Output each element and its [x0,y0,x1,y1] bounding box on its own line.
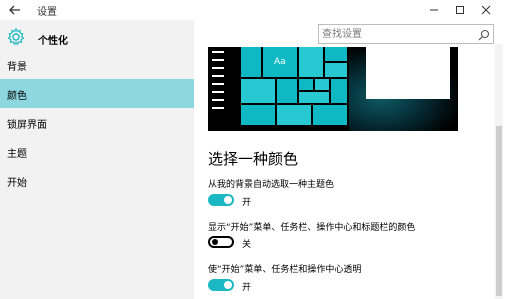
close-icon[interactable] [476,2,496,18]
preview-start-menu-list [212,47,224,117]
theme-preview: Aa [208,47,458,131]
search-box[interactable] [318,24,494,44]
title-bar: 设置 [0,0,508,20]
sidebar-item-label: 主题 [7,149,27,160]
sidebar-item-themes[interactable]: 主题 [0,137,194,166]
sidebar: 个性化 背景 颜色 锁屏界面 主题 开始 [0,20,194,299]
sidebar-header: 个性化 [0,25,194,53]
search-input[interactable] [322,27,472,41]
show-color-label: 显示“开始”菜单、任务栏、操作中心和标题栏的颜色 [208,223,416,233]
sidebar-item-background[interactable]: 背景 [0,50,194,79]
gear-icon [6,27,26,47]
sidebar-item-label: 背景 [7,62,27,73]
auto-accent-label: 从我的背景自动选取一种主题色 [208,180,335,190]
transparency-label: 使“开始”菜单、任务栏和操作中心透明 [208,265,362,275]
auto-accent-toggle[interactable] [208,194,234,206]
search-icon[interactable] [477,27,491,41]
transparency-state: 开 [242,283,252,293]
sidebar-item-colors[interactable]: 颜色 [0,79,194,108]
auto-accent-state: 开 [242,198,252,208]
sidebar-item-start[interactable]: 开始 [0,166,194,195]
maximize-icon[interactable] [450,2,470,18]
sidebar-item-label: 开始 [7,178,27,189]
sidebar-item-lock-screen[interactable]: 锁屏界面 [0,108,194,137]
sidebar-item-label: 锁屏界面 [7,120,47,131]
minimize-icon[interactable] [424,2,444,18]
preview-tile-label: Aa [274,57,286,67]
scrollbar-thumb[interactable] [496,126,502,296]
scrollbar[interactable] [495,44,503,299]
back-arrow-icon[interactable] [6,1,24,19]
sidebar-title: 个性化 [38,36,68,47]
show-color-toggle[interactable] [208,236,234,248]
preview-tiles: Aa [227,47,349,131]
show-color-state: 关 [242,240,252,250]
window-title: 设置 [37,7,57,18]
section-title: 选择一种颜色 [208,150,299,168]
transparency-toggle[interactable] [208,279,234,291]
preview-window [366,47,450,99]
sidebar-item-label: 颜色 [7,91,27,102]
